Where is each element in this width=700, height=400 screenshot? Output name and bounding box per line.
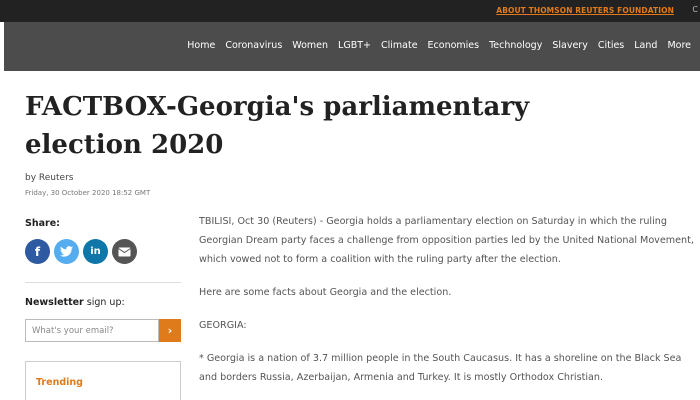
nav-item-economies[interactable]: Economies [423,40,485,51]
author-link[interactable]: Reuters [39,173,74,183]
nav-item-cities[interactable]: Cities [593,40,629,51]
linkedin-share-button[interactable]: in [83,239,108,264]
nav-item-more[interactable]: More [662,40,696,51]
article-body: TBILISI, Oct 30 (Reuters) - Georgia hold… [199,212,699,400]
trending-box: Trending [25,361,181,400]
share-buttons: f in [25,239,137,264]
linkedin-icon: in [90,246,101,257]
nav-items: Home Coronavirus Women LGBT+ Climate Eco… [182,40,696,51]
top-bar-edge-glyph: C [692,5,698,14]
about-foundation-link[interactable]: ABOUT THOMSON REUTERS FOUNDATION [496,6,674,15]
chevron-right-icon: › [167,324,173,337]
article-paragraph: * Georgia is a nation of 3.7 million peo… [199,353,682,383]
email-share-button[interactable] [112,239,137,264]
facebook-share-button[interactable]: f [25,239,50,264]
nav-item-slavery[interactable]: Slavery [547,40,593,51]
article-paragraph: GEORGIA: [199,320,247,331]
newsletter-label-bold: Newsletter [25,297,84,308]
main-nav: Home Coronavirus Women LGBT+ Climate Eco… [4,22,700,71]
newsletter-label: Newsletter sign up: [25,297,125,308]
article-date: Friday, 30 October 2020 18:52 GMT [25,189,151,197]
nav-item-climate[interactable]: Climate [376,40,423,51]
trending-label: Trending [36,377,83,388]
nav-item-land[interactable]: Land [629,40,662,51]
nav-item-technology[interactable]: Technology [484,40,547,51]
article-paragraph: Here are some facts about Georgia and th… [199,287,452,298]
byline: by Reuters [25,173,73,183]
facebook-icon: f [34,244,41,259]
article-title: FACTBOX-Georgia's parliamentary election… [25,92,530,160]
newsletter-submit-button[interactable]: › [159,319,181,342]
newsletter-label-rest: sign up: [83,297,125,308]
byline-prefix: by [25,173,37,183]
nav-item-women[interactable]: Women [287,40,333,51]
envelope-icon [118,247,131,256]
twitter-share-button[interactable] [54,239,79,264]
twitter-icon [60,246,73,257]
nav-item-coronavirus[interactable]: Coronavirus [220,40,287,51]
nav-item-home[interactable]: Home [182,40,220,51]
nav-item-lgbt[interactable]: LGBT+ [333,40,376,51]
sidebar-divider [25,282,181,283]
top-bar: ABOUT THOMSON REUTERS FOUNDATION C [0,0,700,22]
article-paragraph: TBILISI, Oct 30 (Reuters) - Georgia hold… [199,216,694,265]
newsletter-email-input[interactable] [25,319,159,342]
share-label: Share: [25,218,60,229]
